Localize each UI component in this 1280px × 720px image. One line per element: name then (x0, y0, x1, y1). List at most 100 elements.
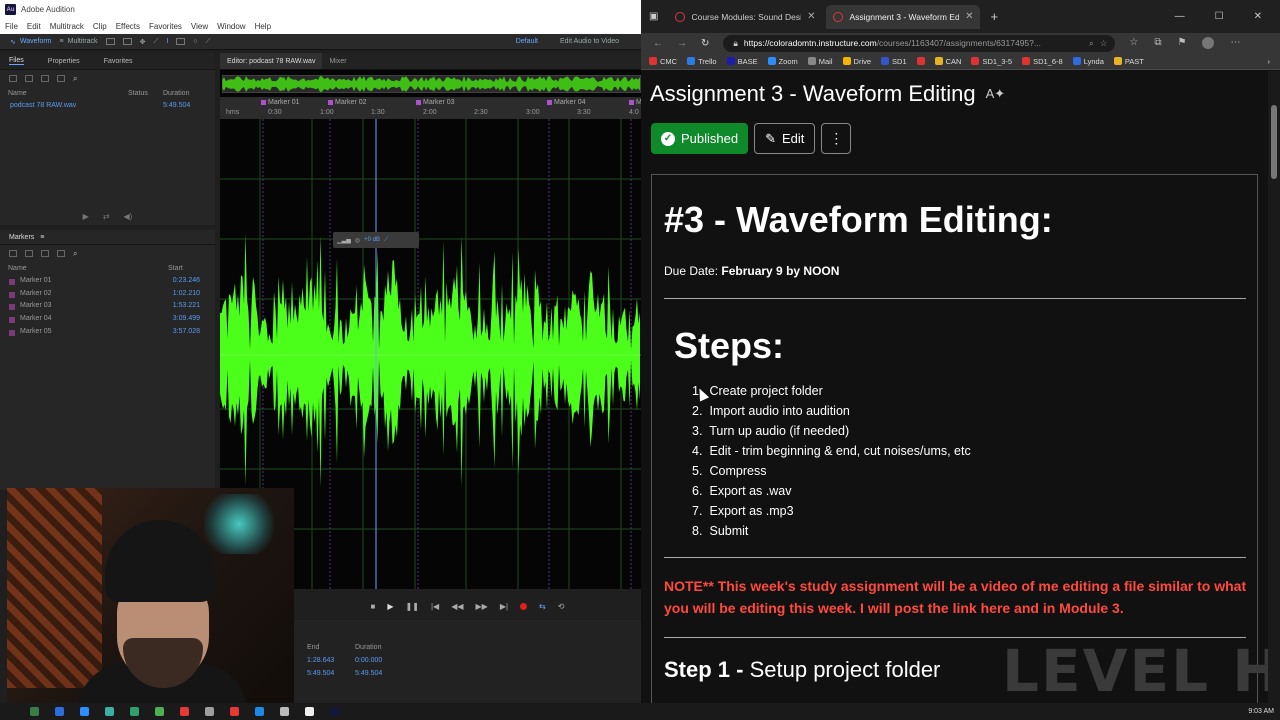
markers-col-name[interactable]: Name (8, 265, 168, 272)
taskbar-app-icon[interactable] (105, 707, 114, 716)
menu-edit[interactable]: Edit (27, 22, 41, 31)
bookmark-sd1-3-5[interactable]: SD1_3-5 (971, 57, 1012, 66)
bookmark-trello[interactable]: Trello (687, 57, 717, 66)
skip-back-icon[interactable]: |◀ (431, 602, 439, 611)
more-bookmarks-icon[interactable]: › (1268, 57, 1280, 66)
volume-icon[interactable]: ◀) (124, 212, 133, 221)
tab-editor[interactable]: Editor: podcast 78 RAW.wav (220, 53, 323, 69)
extensions-icon[interactable]: ⚑ (1178, 37, 1187, 49)
menu-help[interactable]: Help (255, 22, 271, 31)
markers-search-icon[interactable]: ⌕ (73, 249, 77, 259)
loop-preview-icon[interactable]: ⇄ (103, 212, 110, 221)
taskbar-clock[interactable]: 9:03 AM (1248, 708, 1280, 715)
add-marker-icon[interactable] (9, 250, 17, 257)
menu-file[interactable]: File (5, 22, 18, 31)
forward-icon[interactable]: → (677, 38, 687, 49)
menu-effects[interactable]: Effects (116, 22, 140, 31)
tool-pitch-icon[interactable] (122, 38, 132, 45)
tab-files[interactable]: Files (9, 57, 24, 65)
marker-flag-icon[interactable] (547, 100, 552, 105)
marker-flag-icon[interactable] (261, 100, 266, 105)
waveform-mode-button[interactable]: ∿ Waveform (10, 38, 52, 46)
address-bar[interactable]: 🔒︎ https://coloradomtn.instructure.com/c… (723, 34, 1116, 52)
taskbar-app-icon[interactable] (155, 707, 164, 716)
tool-move-icon[interactable]: ✥ (140, 38, 146, 46)
tool-lasso-icon[interactable]: ○ (193, 38, 197, 45)
zoom-icon[interactable]: ⌕ (1089, 38, 1094, 49)
bookmark-past[interactable]: PAST (1113, 57, 1144, 66)
marker-flag-icon[interactable] (328, 100, 333, 105)
pause-icon[interactable]: ❚❚ (406, 602, 419, 611)
marker-flag-icon[interactable] (416, 100, 421, 105)
tab-favorites[interactable]: Favorites (104, 58, 133, 65)
published-button[interactable]: ✓ Published (651, 123, 749, 154)
bookmark-lynda[interactable]: Lynda (1072, 57, 1104, 66)
minimize-icon[interactable]: — (1175, 11, 1185, 22)
selection-duration[interactable]: 0:00.000 (355, 657, 403, 664)
files-col-name[interactable]: Name (8, 90, 128, 97)
overview-bar[interactable] (222, 75, 641, 93)
import-file-icon[interactable] (41, 75, 49, 82)
bookmark-cmc[interactable]: CMC (649, 57, 677, 66)
hud-gain[interactable]: ▁▃▅ ◎ +0 dB ⟋ (333, 232, 419, 248)
taskbar-app-icon[interactable] (205, 707, 214, 716)
tool-time-selection-icon[interactable]: I (166, 38, 168, 45)
taskbar-app-icon[interactable] (80, 707, 89, 716)
read-aloud-icon[interactable]: ☆ (1100, 38, 1116, 49)
export-marker-icon[interactable] (57, 250, 65, 257)
new-tab-icon[interactable]: + (984, 9, 998, 24)
workspace-edit-to-video[interactable]: Edit Audio to Video (560, 38, 619, 45)
marker-flag-icon[interactable] (629, 100, 634, 105)
rewind-icon[interactable]: ◀◀ (451, 602, 463, 611)
menu-view[interactable]: View (191, 22, 208, 31)
delete-marker-icon[interactable] (25, 250, 33, 257)
marker-row[interactable]: Marker 01 0:23.246 (0, 274, 215, 287)
pin-icon[interactable]: ⟋ (384, 237, 388, 244)
menu-window[interactable]: Window (217, 22, 245, 31)
view-duration[interactable]: 5:49.504 (355, 670, 403, 677)
files-col-duration[interactable]: Duration (163, 90, 189, 97)
skip-selection-icon[interactable]: ⟲ (558, 602, 565, 611)
play-icon[interactable]: ▶ (387, 602, 393, 611)
tab-mixer[interactable]: Mixer (322, 58, 353, 65)
taskbar-app-icon[interactable] (180, 707, 189, 716)
tool-razor-icon[interactable]: ⟋ (153, 38, 158, 46)
files-col-status[interactable]: Status (128, 90, 163, 97)
stop-icon[interactable]: ■ (371, 602, 376, 611)
taskbar-app-icon[interactable] (230, 707, 239, 716)
bookmark-sd1[interactable]: SD1 (881, 57, 907, 66)
tab-actions-icon[interactable]: ▣ (649, 11, 664, 22)
markers-col-start[interactable]: Start (168, 265, 183, 272)
workspace-default[interactable]: Default (516, 38, 538, 45)
page-scrollbar[interactable] (1268, 71, 1280, 703)
taskbar-audition-icon[interactable] (330, 707, 339, 716)
fast-forward-icon[interactable]: ▶▶ (476, 602, 488, 611)
merge-marker-icon[interactable] (41, 250, 49, 257)
marker-row[interactable]: Marker 04 3:09.499 (0, 312, 215, 325)
scroll-thumb[interactable] (1271, 105, 1277, 179)
new-file-icon[interactable] (9, 75, 17, 82)
taskbar-app-icon[interactable] (30, 707, 39, 716)
close-tab-icon[interactable]: ✕ (807, 11, 815, 22)
settings-menu-icon[interactable]: ⋯ (1230, 37, 1240, 49)
marker-row[interactable]: Marker 05 3:57.028 (0, 325, 215, 338)
multitrack-mode-button[interactable]: ≡ Multitrack (60, 38, 98, 45)
taskbar-app-icon[interactable] (130, 707, 139, 716)
time-ruler[interactable]: hms 0:30 1:00 1:30 2:00 2:30 3:00 3:30 4… (220, 97, 642, 119)
marker-row[interactable]: Marker 02 1:02.210 (0, 287, 215, 300)
skip-forward-icon[interactable]: ▶| (500, 602, 508, 611)
more-options-button[interactable]: ⋮ (821, 123, 852, 154)
view-end[interactable]: 5:49.504 (307, 670, 355, 677)
back-icon[interactable]: ← (653, 38, 663, 49)
bookmark-mail[interactable]: Mail (807, 57, 833, 66)
bookmark-canvas[interactable] (916, 57, 925, 65)
close-tab-icon[interactable]: ✕ (965, 11, 973, 22)
tool-brush-icon[interactable]: ⟋ (206, 38, 211, 46)
ai-sparkle-icon[interactable]: A✦ (986, 86, 1006, 102)
bookmark-sd1-6-8[interactable]: SD1_6-8 (1022, 57, 1063, 66)
loop-icon[interactable]: ⇆ (539, 602, 546, 611)
record-icon[interactable] (520, 602, 528, 610)
play-preview-icon[interactable]: ▶ (83, 212, 89, 221)
taskbar-app-icon[interactable] (255, 707, 264, 716)
marker-row[interactable]: Marker 03 1:53.221 (0, 299, 215, 312)
